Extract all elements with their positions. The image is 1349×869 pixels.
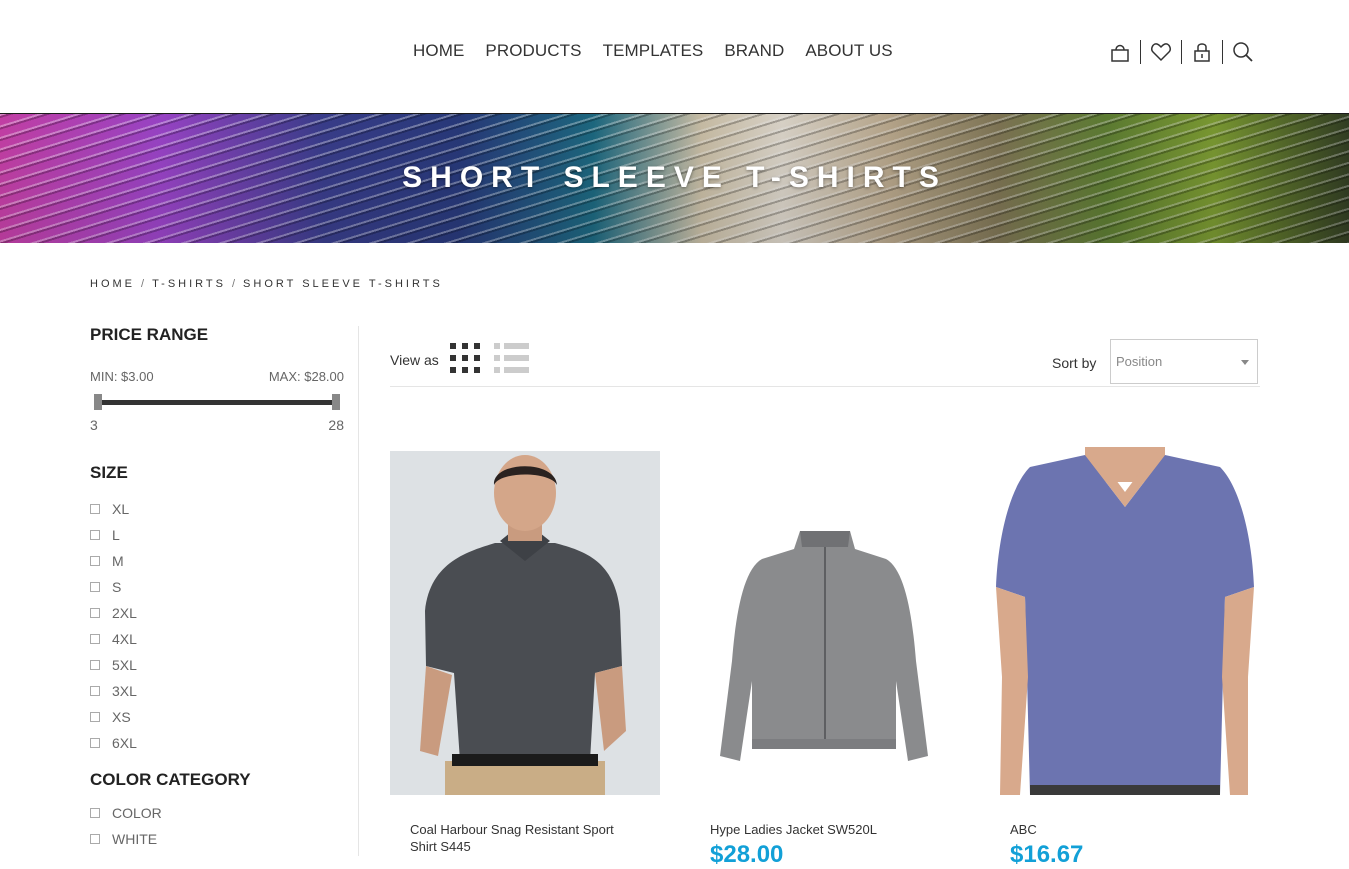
- nav-templates[interactable]: TEMPLATES: [603, 40, 704, 62]
- checkbox[interactable]: [90, 504, 100, 514]
- product-toolbar: View as Sort by Position: [390, 339, 1260, 387]
- icon-divider: [1140, 40, 1141, 64]
- size-label: 3XL: [112, 683, 137, 699]
- size-option-xs[interactable]: XS: [90, 704, 137, 730]
- price-range-values: 3 28: [90, 417, 344, 433]
- checkbox[interactable]: [90, 608, 100, 618]
- sidebar-divider: [358, 326, 359, 856]
- checkbox[interactable]: [90, 834, 100, 844]
- size-label: 4XL: [112, 631, 137, 647]
- cart-icon[interactable]: [1106, 38, 1134, 66]
- size-title: SIZE: [90, 463, 128, 482]
- price-slider-max-handle[interactable]: [332, 394, 340, 410]
- product-name[interactable]: Coal Harbour Snag Resistant Sport Shirt …: [410, 821, 640, 855]
- view-as-label: View as: [390, 352, 439, 368]
- size-label: 6XL: [112, 735, 137, 751]
- price-slider-track: [96, 400, 338, 405]
- product-name[interactable]: ABC: [1010, 821, 1240, 838]
- product-price: $28.00: [710, 841, 784, 868]
- sort-by-label: Sort by: [1052, 355, 1097, 371]
- search-icon[interactable]: [1229, 38, 1257, 66]
- nav-products[interactable]: PRODUCTS: [485, 40, 581, 62]
- checkbox[interactable]: [90, 712, 100, 722]
- size-label: L: [112, 527, 120, 543]
- product-name[interactable]: Hype Ladies Jacket SW520L: [710, 821, 940, 838]
- size-label: XL: [112, 501, 130, 517]
- heart-icon[interactable]: [1147, 38, 1175, 66]
- product-image[interactable]: [990, 447, 1260, 795]
- color-category-title: COLOR CATEGORY: [90, 770, 251, 789]
- chevron-down-icon: [1241, 360, 1249, 365]
- site-header: HOME PRODUCTS TEMPLATES BRAND ABOUT US: [0, 0, 1349, 114]
- list-view-icon[interactable]: [494, 343, 530, 380]
- checkbox[interactable]: [90, 582, 100, 592]
- size-filter-list: XL L M S 2XL 4XL 5XL 3XL XS 6XL: [90, 496, 137, 756]
- icon-divider: [1222, 40, 1223, 64]
- price-slider-min-handle[interactable]: [94, 394, 102, 410]
- price-range-min: 3: [90, 417, 98, 433]
- price-slider[interactable]: [90, 394, 344, 410]
- checkbox[interactable]: [90, 556, 100, 566]
- category-banner: SHORT SLEEVE T-SHIRTS: [0, 114, 1349, 243]
- breadcrumb-tshirts[interactable]: T-SHIRTS: [152, 278, 226, 290]
- size-option-2xl[interactable]: 2XL: [90, 600, 137, 626]
- checkbox[interactable]: [90, 660, 100, 670]
- nav-home[interactable]: HOME: [413, 40, 464, 62]
- breadcrumb-current: SHORT SLEEVE T-SHIRTS: [243, 278, 443, 290]
- size-label: 2XL: [112, 605, 137, 621]
- size-option-s[interactable]: S: [90, 574, 137, 600]
- product-price: $16.67: [1010, 841, 1084, 868]
- grid-view-icon[interactable]: [450, 343, 482, 380]
- nav-brand[interactable]: BRAND: [724, 40, 784, 62]
- breadcrumb: HOME / T-SHIRTS / SHORT SLEEVE T-SHIRTS: [90, 278, 443, 290]
- lock-icon[interactable]: [1188, 38, 1216, 66]
- main-nav: HOME PRODUCTS TEMPLATES BRAND ABOUT US: [413, 40, 914, 62]
- breadcrumb-separator: /: [141, 278, 145, 290]
- color-option-color[interactable]: COLOR: [90, 800, 162, 826]
- checkbox[interactable]: [90, 530, 100, 540]
- breadcrumb-separator: /: [231, 278, 236, 290]
- size-option-5xl[interactable]: 5XL: [90, 652, 137, 678]
- price-range-title: PRICE RANGE: [90, 325, 209, 344]
- checkbox[interactable]: [90, 686, 100, 696]
- category-title: SHORT SLEEVE T-SHIRTS: [402, 161, 947, 194]
- size-option-3xl[interactable]: 3XL: [90, 678, 137, 704]
- color-label: COLOR: [112, 805, 162, 821]
- size-option-l[interactable]: L: [90, 522, 137, 548]
- sort-by-select[interactable]: Position: [1110, 339, 1258, 384]
- size-label: 5XL: [112, 657, 137, 673]
- checkbox[interactable]: [90, 738, 100, 748]
- price-min-max: MIN: $3.00 MAX: $28.00: [90, 369, 344, 384]
- size-option-4xl[interactable]: 4XL: [90, 626, 137, 652]
- size-label: XS: [112, 709, 131, 725]
- checkbox[interactable]: [90, 634, 100, 644]
- product-image[interactable]: [690, 451, 960, 795]
- size-label: M: [112, 553, 124, 569]
- size-option-6xl[interactable]: 6XL: [90, 730, 137, 756]
- icon-divider: [1181, 40, 1182, 64]
- product-image[interactable]: [390, 451, 660, 795]
- color-option-white[interactable]: WHITE: [90, 826, 162, 852]
- price-range-max: 28: [328, 417, 344, 433]
- header-icons: [1106, 38, 1257, 66]
- price-max-label: MAX: $28.00: [268, 369, 344, 384]
- checkbox[interactable]: [90, 808, 100, 818]
- size-option-m[interactable]: M: [90, 548, 137, 574]
- size-label: S: [112, 579, 122, 595]
- size-option-xl[interactable]: XL: [90, 496, 137, 522]
- color-filter-list: COLOR WHITE: [90, 800, 162, 852]
- sort-by-value: Position: [1116, 354, 1163, 369]
- nav-about-us[interactable]: ABOUT US: [805, 40, 892, 62]
- breadcrumb-home[interactable]: HOME: [90, 278, 135, 290]
- price-min-label: MIN: $3.00: [90, 369, 154, 384]
- color-label: WHITE: [112, 831, 158, 847]
